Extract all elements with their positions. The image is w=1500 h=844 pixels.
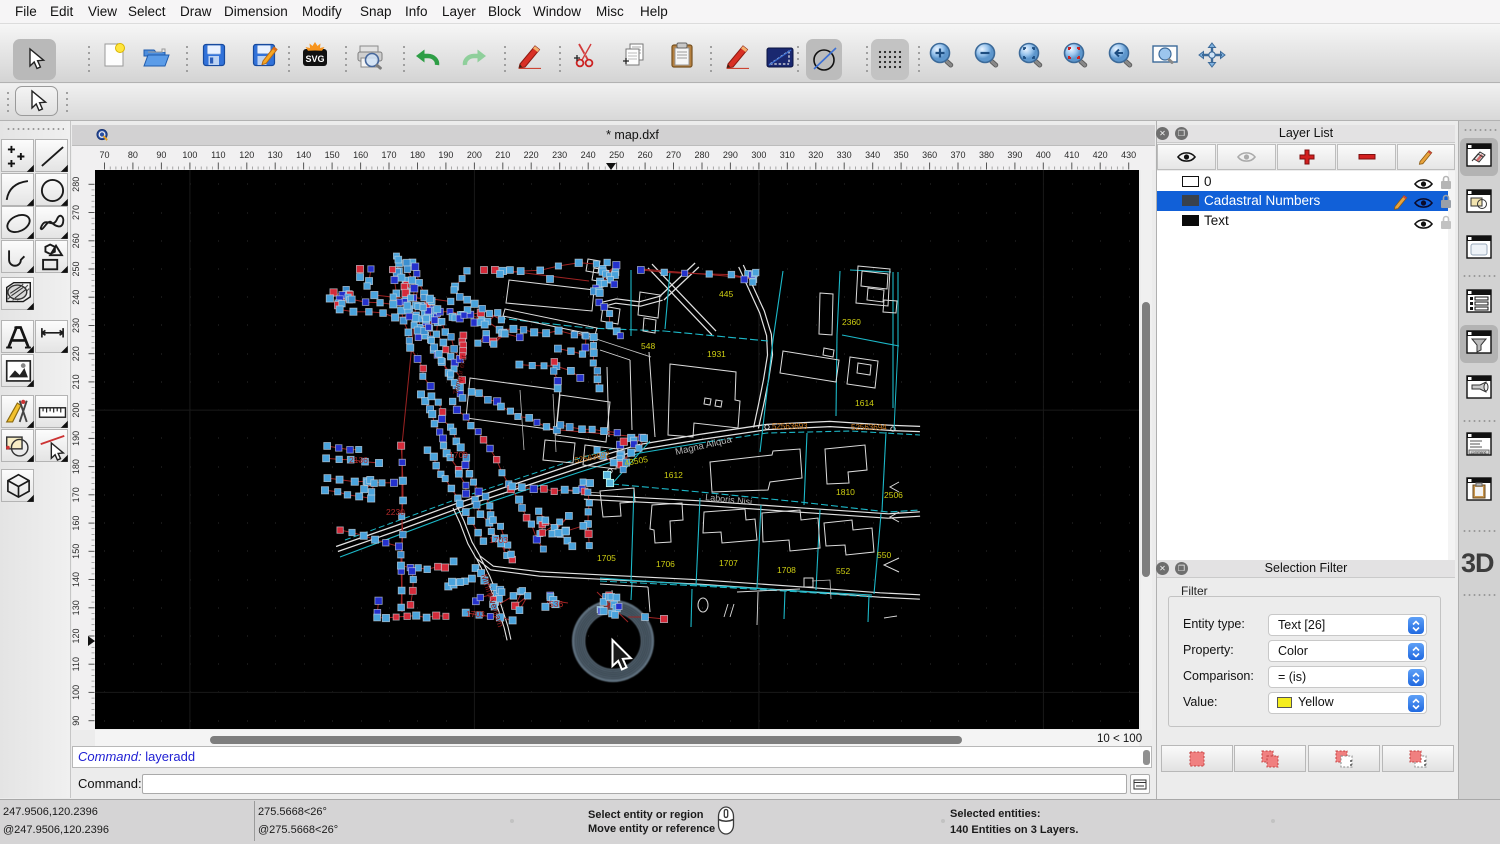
svg-text:210: 210: [495, 150, 510, 160]
svg-text:240: 240: [581, 150, 596, 160]
svg-text:200: 200: [71, 403, 81, 418]
svg-text:280: 280: [71, 177, 81, 192]
svg-text:120: 120: [239, 150, 254, 160]
svg-text:420: 420: [1093, 150, 1108, 160]
svg-text:550: 550: [877, 550, 891, 560]
svg-text:430: 430: [1121, 150, 1136, 160]
svg-text:340: 340: [865, 150, 880, 160]
svg-text:1703: 1703: [489, 535, 508, 545]
svg-text:90: 90: [156, 150, 166, 160]
svg-text:445: 445: [719, 289, 733, 299]
svg-text:1612: 1612: [664, 470, 683, 480]
svg-text:1931: 1931: [707, 349, 726, 359]
svg-text:1706: 1706: [656, 559, 675, 569]
svg-text:170: 170: [71, 487, 81, 502]
svg-text:230: 230: [552, 150, 567, 160]
svg-text:350: 350: [894, 150, 909, 160]
svg-text:2136: 2136: [349, 455, 368, 465]
svg-text:100: 100: [182, 150, 197, 160]
svg-text:552: 552: [836, 566, 850, 576]
svg-text:180: 180: [71, 459, 81, 474]
svg-text:150: 150: [325, 150, 340, 160]
svg-text:260: 260: [71, 233, 81, 248]
svg-text:120: 120: [71, 628, 81, 643]
svg-text:52563694: 52563694: [851, 423, 887, 432]
svg-text:240: 240: [71, 290, 81, 305]
svg-text:220: 220: [524, 150, 539, 160]
svg-text:80: 80: [128, 150, 138, 160]
svg-text:1705: 1705: [597, 553, 616, 563]
svg-text:1703: 1703: [466, 609, 485, 619]
svg-text:200: 200: [467, 150, 482, 160]
svg-text:90: 90: [71, 716, 81, 726]
svg-text:100: 100: [71, 685, 81, 700]
svg-text:280: 280: [694, 150, 709, 160]
svg-text:130: 130: [71, 600, 81, 615]
svg-text:290: 290: [723, 150, 738, 160]
svg-text:110: 110: [211, 150, 225, 160]
svg-text:1810: 1810: [836, 487, 855, 497]
svg-text:190: 190: [438, 150, 453, 160]
svg-text:110: 110: [71, 657, 81, 671]
svg-text:180: 180: [410, 150, 425, 160]
svg-text:1708: 1708: [777, 565, 796, 575]
svg-text:250: 250: [609, 150, 624, 160]
svg-text:52563693: 52563693: [772, 422, 808, 431]
svg-text:2230: 2230: [386, 507, 405, 517]
svg-text:170: 170: [381, 150, 396, 160]
svg-text:1707: 1707: [719, 558, 738, 568]
svg-text:320: 320: [808, 150, 823, 160]
svg-text:140: 140: [71, 572, 81, 587]
svg-text:330: 330: [837, 150, 852, 160]
svg-text:370: 370: [950, 150, 965, 160]
svg-text:2506: 2506: [884, 490, 903, 500]
svg-text:230: 230: [71, 318, 81, 333]
svg-text:1614: 1614: [855, 398, 874, 408]
svg-text:70: 70: [99, 150, 109, 160]
svg-text:260: 260: [638, 150, 653, 160]
svg-text:160: 160: [353, 150, 368, 160]
svg-text:410: 410: [1064, 150, 1079, 160]
svg-text:548: 548: [641, 341, 655, 351]
svg-text:220: 220: [71, 346, 81, 361]
svg-text:270: 270: [71, 205, 81, 220]
svg-text:2360: 2360: [842, 317, 861, 327]
svg-text:310: 310: [780, 150, 795, 160]
svg-text:536: 536: [549, 599, 563, 609]
svg-text:160: 160: [71, 516, 81, 531]
svg-text:390: 390: [1007, 150, 1022, 160]
svg-text:150: 150: [71, 544, 81, 559]
svg-text:380: 380: [979, 150, 994, 160]
svg-text:360: 360: [922, 150, 937, 160]
svg-text:190: 190: [71, 431, 81, 446]
svg-text:270: 270: [666, 150, 681, 160]
svg-text:210: 210: [71, 374, 81, 389]
svg-text:250: 250: [71, 261, 81, 276]
svg-text:300: 300: [751, 150, 766, 160]
svg-text:140: 140: [296, 150, 311, 160]
svg-text:1709: 1709: [449, 450, 468, 460]
svg-text:130: 130: [268, 150, 283, 160]
svg-text:command: command: [1471, 451, 1486, 455]
svg-text:400: 400: [1036, 150, 1051, 160]
